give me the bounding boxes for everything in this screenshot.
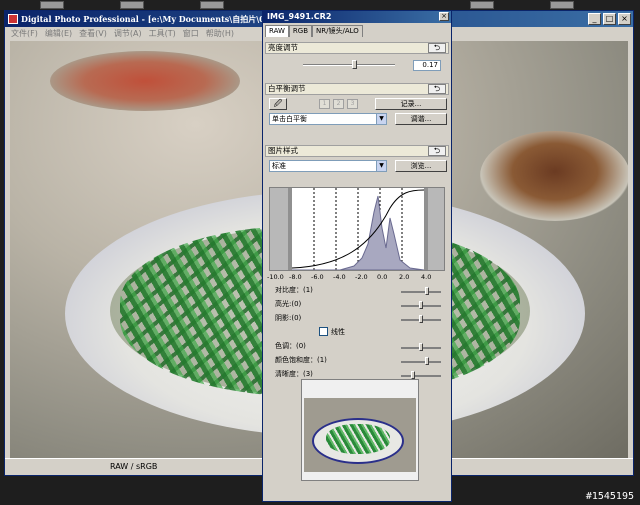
tone-label: 色调：(0) bbox=[275, 342, 306, 350]
undo-icon[interactable]: ⮌ bbox=[428, 43, 446, 53]
contrast-slider[interactable] bbox=[401, 291, 441, 293]
tab-rgb[interactable]: RGB bbox=[288, 25, 313, 37]
picture-style-value: 标准 bbox=[272, 162, 286, 170]
record-button[interactable]: 记录... bbox=[375, 98, 447, 110]
linear-label: 线性 bbox=[331, 328, 345, 336]
linear-checkbox[interactable] bbox=[319, 327, 328, 336]
highlight-label: 高光:(0) bbox=[275, 300, 302, 308]
menu-help[interactable]: 帮助(H) bbox=[206, 27, 234, 41]
sharpness-slider[interactable] bbox=[401, 375, 441, 377]
thumbnail[interactable] bbox=[550, 1, 574, 9]
color-space-status: RAW / sRGB bbox=[110, 462, 158, 471]
contrast-slider-thumb[interactable] bbox=[425, 287, 429, 295]
wb-preset-3[interactable]: 3 bbox=[347, 99, 358, 109]
wb-preset-2[interactable]: 2 bbox=[333, 99, 344, 109]
white-balance-title: 白平衡调节 bbox=[268, 84, 306, 93]
eyedropper-icon[interactable]: 🖉 bbox=[269, 98, 287, 110]
close-button[interactable]: × bbox=[618, 13, 631, 25]
style-preview bbox=[301, 379, 419, 481]
axis-tick: 4.0 bbox=[421, 273, 432, 281]
brightness-slider[interactable] bbox=[303, 64, 395, 66]
browse-button[interactable]: 浏览... bbox=[395, 160, 447, 172]
histogram-axis: -10.0 -8.0 -6.0 -4.0 -2.0 0.0 2.0 4.0 bbox=[267, 273, 447, 283]
white-balance-select[interactable]: 单击白平衡 ▼ bbox=[269, 113, 387, 125]
picture-style-select[interactable]: 标准 ▼ bbox=[269, 160, 387, 172]
palette-tabs: RAW RGB NR/镜头/ALO bbox=[265, 25, 363, 37]
brightness-title: 亮度调节 bbox=[268, 43, 298, 52]
saturation-label: 颜色饱和度：(1) bbox=[275, 356, 327, 364]
menu-file[interactable]: 文件(F) bbox=[11, 27, 38, 41]
tab-raw[interactable]: RAW bbox=[265, 25, 289, 37]
sharpness-label: 清晰度：(3) bbox=[275, 370, 313, 378]
menu-tools[interactable]: 工具(T) bbox=[149, 27, 176, 41]
sharpness-slider-thumb[interactable] bbox=[411, 371, 415, 379]
axis-tick: -8.0 bbox=[289, 273, 302, 281]
app-icon bbox=[8, 14, 18, 24]
palette-title-bar[interactable]: IMG_9491.CR2 bbox=[263, 11, 451, 23]
watermark: #1545195 bbox=[585, 491, 634, 502]
thumbnail[interactable] bbox=[120, 1, 144, 9]
shadow-label: 阴影:(0) bbox=[275, 314, 302, 322]
thumbnail[interactable] bbox=[40, 1, 64, 9]
white-balance-value: 单击白平衡 bbox=[272, 115, 307, 123]
tone-curve-histogram[interactable] bbox=[269, 187, 445, 271]
minimize-button[interactable]: _ bbox=[588, 13, 601, 25]
brightness-value[interactable]: 0.17 bbox=[413, 60, 441, 71]
adjust-button[interactable]: 调谐... bbox=[395, 113, 447, 125]
highlight-slider-thumb[interactable] bbox=[419, 301, 423, 309]
wb-preset-1[interactable]: 1 bbox=[319, 99, 330, 109]
maximize-button[interactable]: □ bbox=[603, 13, 616, 25]
contrast-label: 对比度：(1) bbox=[275, 286, 313, 294]
photo-dish-side bbox=[480, 131, 628, 221]
curve-handle-left[interactable] bbox=[288, 188, 292, 270]
curve-handle-right[interactable] bbox=[424, 188, 428, 270]
window-controls: _ □ × bbox=[588, 13, 631, 25]
saturation-slider[interactable] bbox=[401, 361, 441, 363]
tab-nr-lens-alo[interactable]: NR/镜头/ALO bbox=[312, 25, 363, 37]
brightness-header: 亮度调节 ⮌ bbox=[265, 42, 449, 54]
menu-window[interactable]: 窗口 bbox=[183, 27, 199, 41]
picture-style-header: 图片样式 ⮌ bbox=[265, 145, 449, 157]
axis-tick: -4.0 bbox=[333, 273, 346, 281]
tool-palette: IMG_9491.CR2 × RAW RGB NR/镜头/ALO 亮度调节 ⮌ … bbox=[262, 10, 452, 502]
preview-image bbox=[304, 398, 416, 472]
thumbnail-strip bbox=[0, 0, 640, 10]
chevron-down-icon[interactable]: ▼ bbox=[376, 114, 386, 124]
undo-icon[interactable]: ⮌ bbox=[428, 146, 446, 156]
menu-adjust[interactable]: 调节(A) bbox=[114, 27, 142, 41]
preview-greens bbox=[326, 424, 390, 454]
saturation-slider-thumb[interactable] bbox=[425, 357, 429, 365]
axis-tick: -6.0 bbox=[311, 273, 324, 281]
axis-tick: 0.0 bbox=[377, 273, 388, 281]
photo-dish-background bbox=[50, 51, 240, 111]
undo-icon[interactable]: ⮌ bbox=[428, 84, 446, 94]
main-title-text: Digital Photo Professional - [e:\My Docu… bbox=[21, 14, 299, 24]
palette-title: IMG_9491.CR2 bbox=[267, 12, 332, 21]
thumbnail[interactable] bbox=[200, 1, 224, 9]
picture-style-title: 图片样式 bbox=[268, 146, 298, 155]
white-balance-header: 白平衡调节 ⮌ bbox=[265, 83, 449, 95]
shadow-slider-thumb[interactable] bbox=[419, 315, 423, 323]
menu-view[interactable]: 查看(V) bbox=[79, 27, 107, 41]
brightness-slider-thumb[interactable] bbox=[351, 60, 357, 69]
tone-slider-thumb[interactable] bbox=[419, 343, 423, 351]
chevron-down-icon[interactable]: ▼ bbox=[376, 161, 386, 171]
close-icon[interactable]: × bbox=[439, 12, 449, 21]
axis-tick: 2.0 bbox=[399, 273, 410, 281]
histogram-graphic bbox=[270, 188, 444, 271]
axis-tick: -10.0 bbox=[267, 273, 284, 281]
thumbnail[interactable] bbox=[470, 1, 494, 9]
menu-edit[interactable]: 编辑(E) bbox=[45, 27, 72, 41]
axis-tick: -2.0 bbox=[355, 273, 368, 281]
